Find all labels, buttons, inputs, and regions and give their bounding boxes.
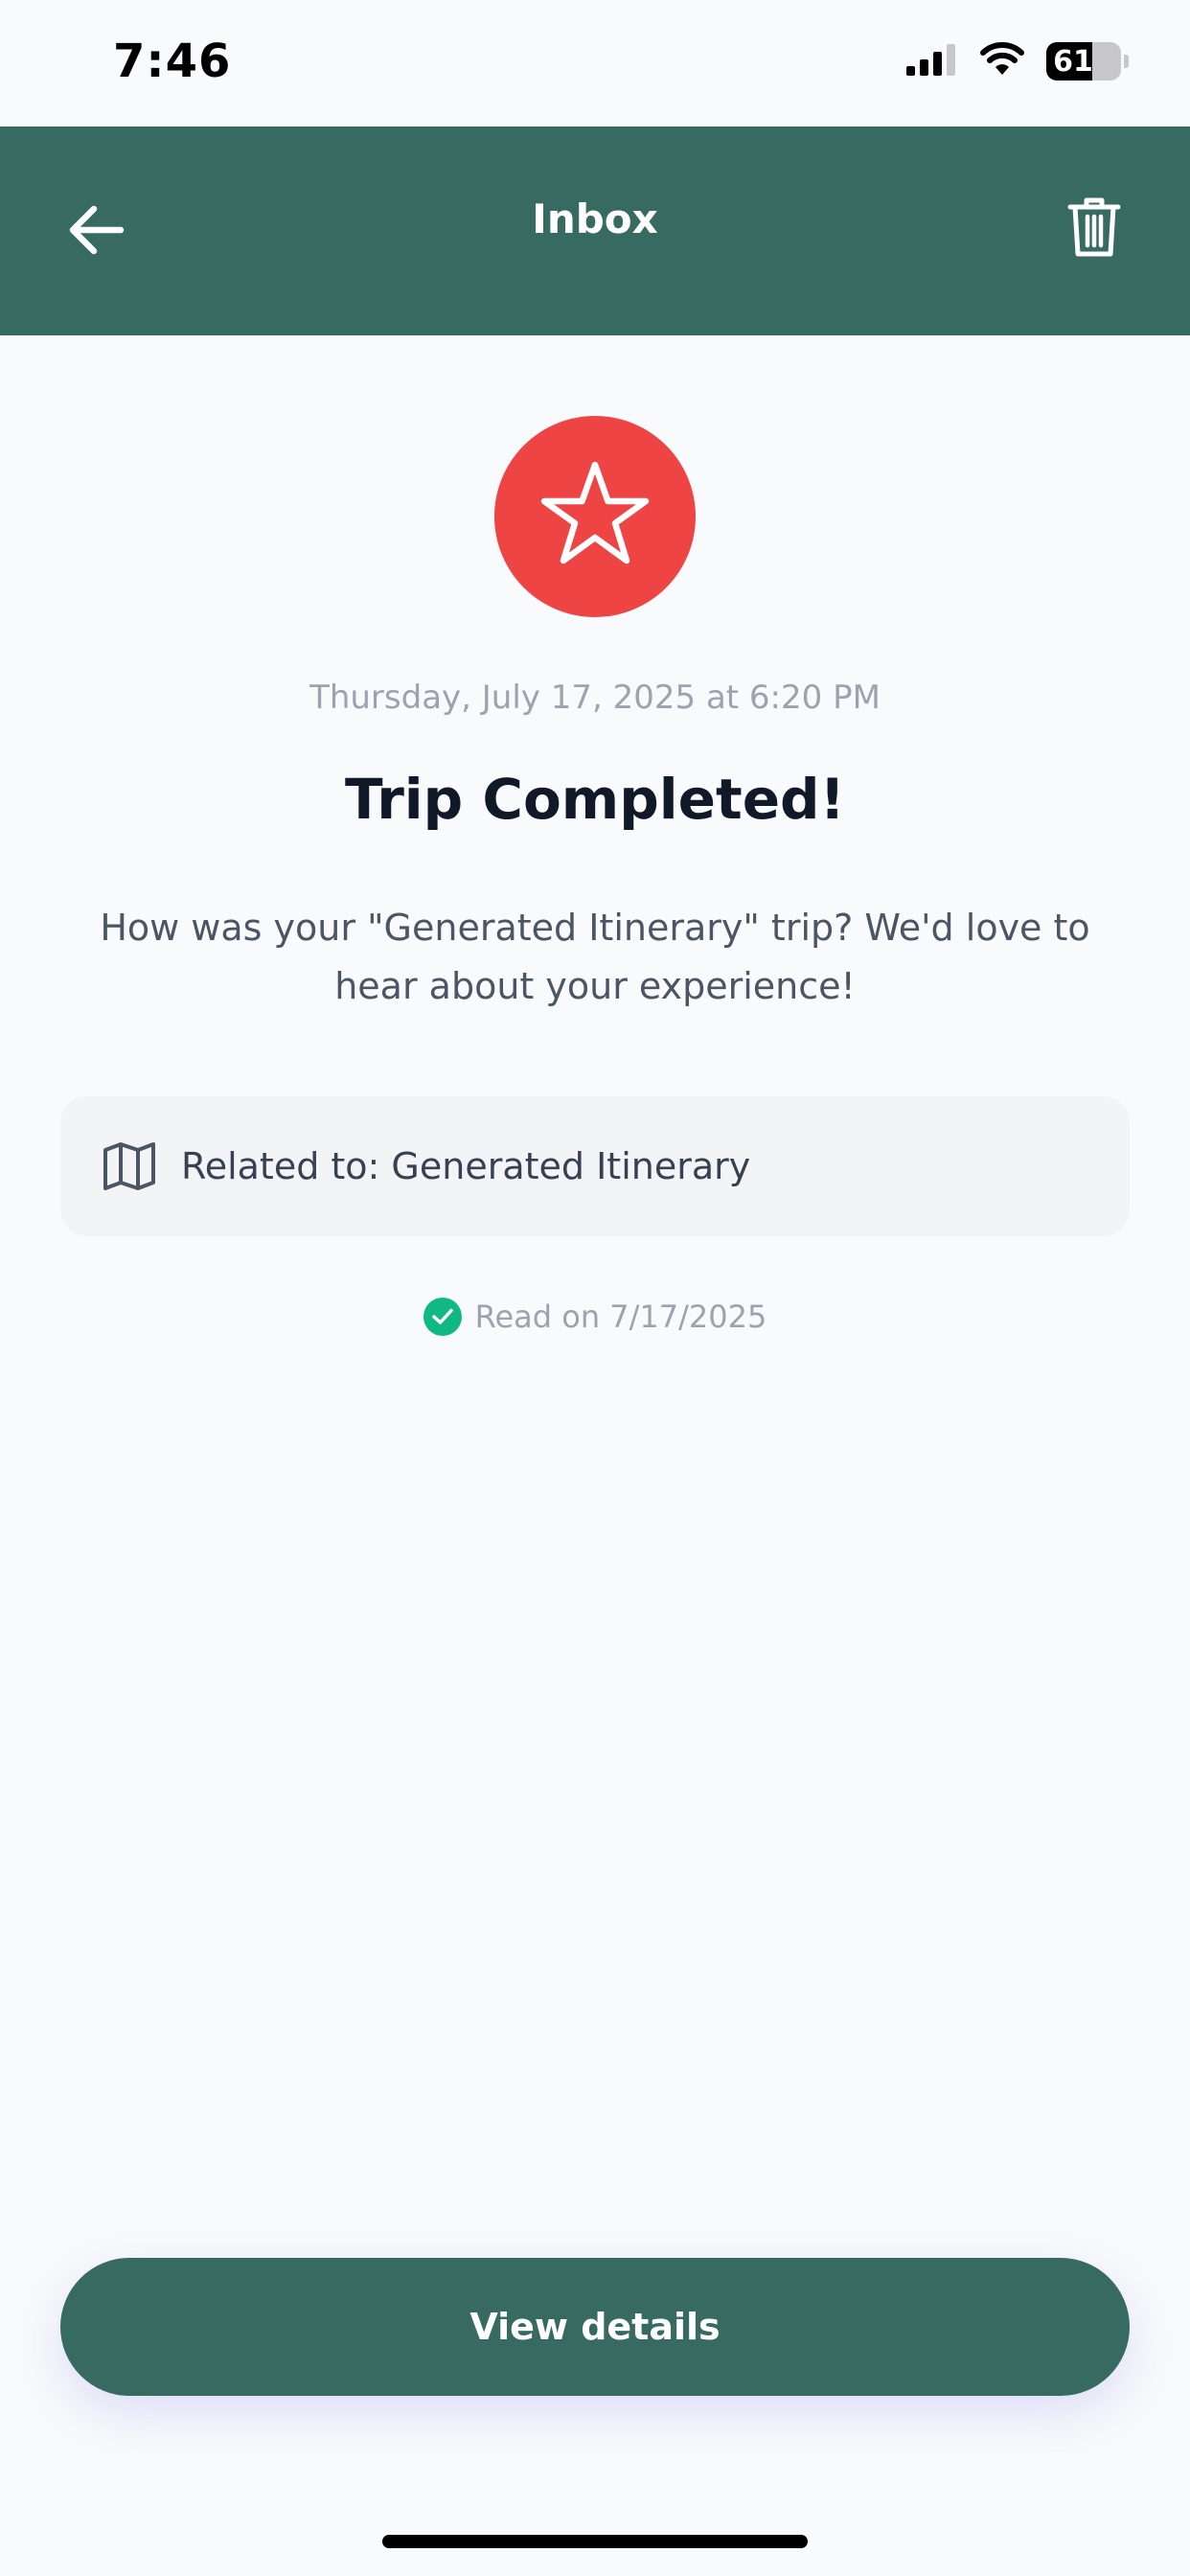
app-header: Inbox <box>0 126 1190 335</box>
view-details-button[interactable]: View details <box>60 2258 1130 2396</box>
notification-timestamp: Thursday, July 17, 2025 at 6:20 PM <box>309 678 881 717</box>
read-status: Read on 7/17/2025 <box>0 1298 1190 1336</box>
signal-icon <box>906 43 958 80</box>
status-bar: 7:46 61 <box>0 0 1190 126</box>
related-trip-card[interactable]: Related to: Generated Itinerary <box>60 1096 1130 1236</box>
check-circle-icon <box>423 1298 462 1336</box>
home-indicator <box>382 2535 808 2548</box>
battery-level: 61 <box>1053 44 1093 79</box>
notification-message: How was your "Generated Itinerary" trip?… <box>100 907 1090 1007</box>
wifi-icon <box>979 42 1025 80</box>
star-icon <box>538 461 652 572</box>
read-status-label: Read on 7/17/2025 <box>474 1299 767 1335</box>
notification-icon-badge <box>494 416 696 617</box>
map-icon <box>101 1138 158 1195</box>
page-title: Inbox <box>532 196 658 242</box>
notification-title: Trip Completed! <box>345 767 845 832</box>
battery-cap <box>1124 55 1129 68</box>
trash-icon <box>1067 196 1121 263</box>
related-label: Related to: Generated Itinerary <box>181 1145 751 1187</box>
battery-icon: 61 <box>1046 42 1121 80</box>
delete-button[interactable] <box>1056 186 1133 272</box>
status-time: 7:46 <box>113 34 232 88</box>
status-icons: 61 <box>906 42 1129 80</box>
